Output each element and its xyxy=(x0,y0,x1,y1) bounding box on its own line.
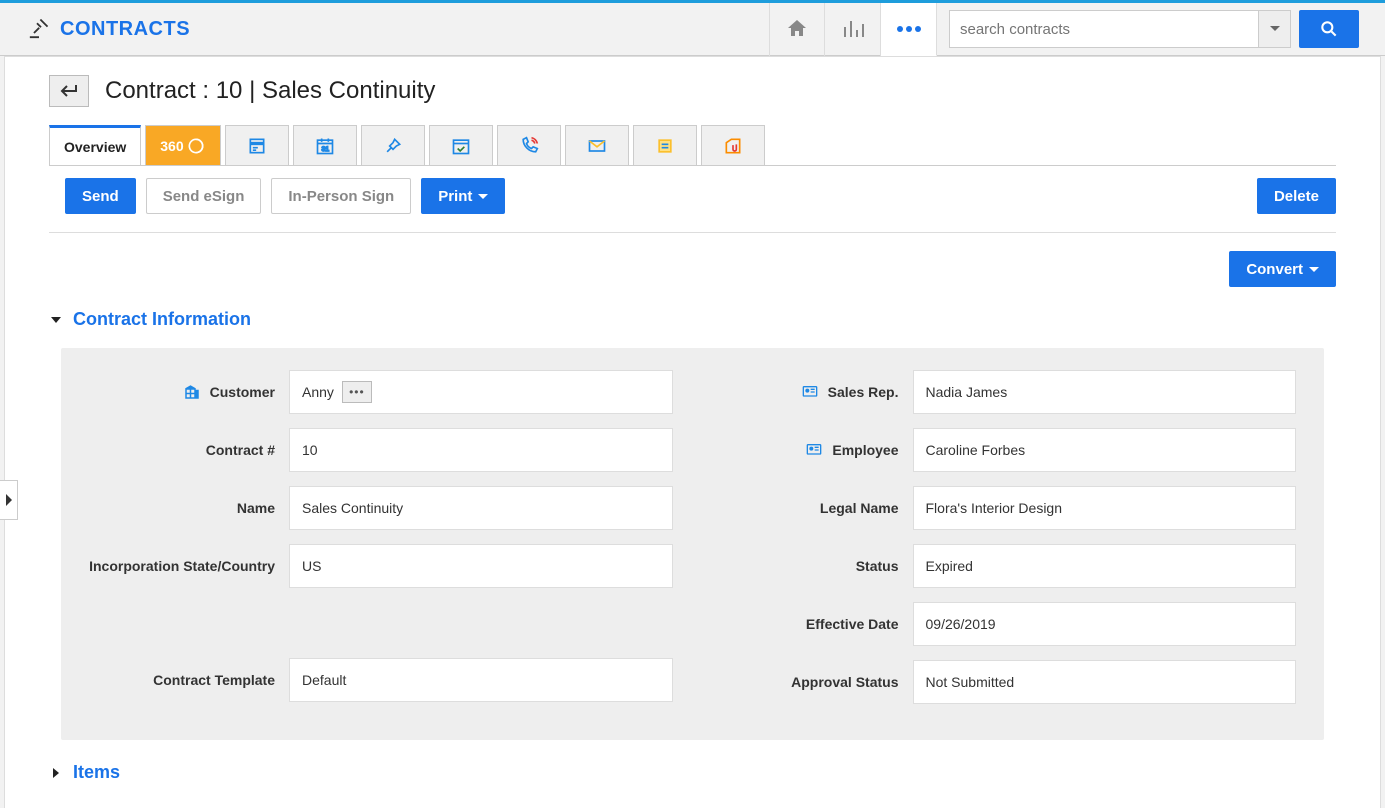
side-expand-handle[interactable] xyxy=(0,480,18,520)
home-button[interactable] xyxy=(769,3,825,56)
section-items-title: Items xyxy=(73,762,120,783)
inperson-sign-button[interactable]: In-Person Sign xyxy=(271,178,411,214)
value-template[interactable]: Default xyxy=(289,658,673,702)
delete-button[interactable]: Delete xyxy=(1257,178,1336,214)
value-employee[interactable]: Caroline Forbes xyxy=(913,428,1297,472)
convert-button[interactable]: Convert xyxy=(1229,251,1336,287)
search-button[interactable] xyxy=(1299,10,1359,48)
topbar: CONTRACTS xyxy=(0,3,1385,56)
search-input[interactable] xyxy=(949,10,1259,48)
caret-down-icon xyxy=(1309,267,1319,272)
value-contract-no[interactable]: 10 xyxy=(289,428,673,472)
section-contract-info-title: Contract Information xyxy=(73,309,251,330)
value-approval-status[interactable]: Not Submitted xyxy=(913,660,1297,704)
app-title: CONTRACTS xyxy=(60,18,190,41)
convert-row: Convert xyxy=(49,233,1336,287)
value-customer[interactable]: Anny ••• xyxy=(289,370,673,414)
tab-note-icon[interactable] xyxy=(633,125,697,165)
analytics-button[interactable] xyxy=(825,3,881,56)
value-effective-date[interactable]: 09/26/2019 xyxy=(913,602,1297,646)
section-contract-info-header[interactable]: Contract Information xyxy=(49,305,1336,334)
field-approval-status: Approval Status Not Submitted xyxy=(713,660,1297,704)
tab-mail-icon[interactable] xyxy=(565,125,629,165)
tab-attachment-icon[interactable] xyxy=(701,125,765,165)
tab-pin-icon[interactable] xyxy=(361,125,425,165)
field-name: Name Sales Continuity xyxy=(89,486,673,530)
search-dropdown-button[interactable] xyxy=(1259,10,1291,48)
field-employee: Employee Caroline Forbes xyxy=(713,428,1297,472)
action-row: Send Send eSign In-Person Sign Print Del… xyxy=(49,166,1336,233)
caret-down-icon xyxy=(478,194,488,199)
tab-360[interactable]: 360 xyxy=(145,125,220,165)
section-contract-info: Contract Information Customer Anny ••• xyxy=(49,305,1336,740)
gavel-icon xyxy=(28,17,50,42)
chevron-right-icon xyxy=(49,766,63,780)
building-icon xyxy=(182,383,202,401)
section-items: Items xyxy=(49,758,1336,787)
tab-overview[interactable]: Overview xyxy=(49,125,141,165)
contract-info-panel: Customer Anny ••• Contract # 10 Name Sal… xyxy=(61,348,1324,740)
field-incorp: Incorporation State/Country US xyxy=(89,544,673,588)
field-status: Status Expired xyxy=(713,544,1297,588)
search-wrap xyxy=(949,10,1359,48)
svg-text:31: 31 xyxy=(321,146,329,153)
value-incorp[interactable]: US xyxy=(289,544,673,588)
value-legal-name[interactable]: Flora's Interior Design xyxy=(913,486,1297,530)
chevron-down-icon xyxy=(49,313,63,327)
back-button[interactable] xyxy=(49,75,89,107)
page-header: Contract : 10 | Sales Continuity xyxy=(49,75,1336,107)
field-sales-rep: Sales Rep. Nadia James xyxy=(713,370,1297,414)
field-legal-name: Legal Name Flora's Interior Design xyxy=(713,486,1297,530)
print-button[interactable]: Print xyxy=(421,178,505,214)
value-sales-rep[interactable]: Nadia James xyxy=(913,370,1297,414)
send-esign-button[interactable]: Send eSign xyxy=(146,178,262,214)
section-items-header[interactable]: Items xyxy=(49,758,1336,787)
tab-calendar-icon[interactable]: 31 xyxy=(293,125,357,165)
id-card-icon xyxy=(804,442,824,458)
right-column: Sales Rep. Nadia James Employee Caroline… xyxy=(713,370,1297,718)
tab-call-icon[interactable] xyxy=(497,125,561,165)
value-status[interactable]: Expired xyxy=(913,544,1297,588)
field-effective-date: Effective Date 09/26/2019 xyxy=(713,602,1297,646)
app-title-wrap: CONTRACTS xyxy=(0,17,190,42)
id-card-icon xyxy=(800,384,820,400)
tab-strip: Overview 360 31 xyxy=(49,125,1336,166)
field-customer: Customer Anny ••• xyxy=(89,370,673,414)
field-template: Contract Template Default xyxy=(89,658,673,702)
customer-lookup-button[interactable]: ••• xyxy=(342,381,372,403)
left-column: Customer Anny ••• Contract # 10 Name Sal… xyxy=(89,370,673,718)
send-button[interactable]: Send xyxy=(65,178,136,214)
more-apps-button[interactable] xyxy=(881,3,937,56)
tab-task-icon[interactable] xyxy=(429,125,493,165)
main-panel: Contract : 10 | Sales Continuity Overvie… xyxy=(4,56,1381,808)
page-title: Contract : 10 | Sales Continuity xyxy=(105,77,435,105)
tab-form-icon[interactable] xyxy=(225,125,289,165)
field-contract-no: Contract # 10 xyxy=(89,428,673,472)
value-name[interactable]: Sales Continuity xyxy=(289,486,673,530)
topbar-right xyxy=(769,3,1359,55)
